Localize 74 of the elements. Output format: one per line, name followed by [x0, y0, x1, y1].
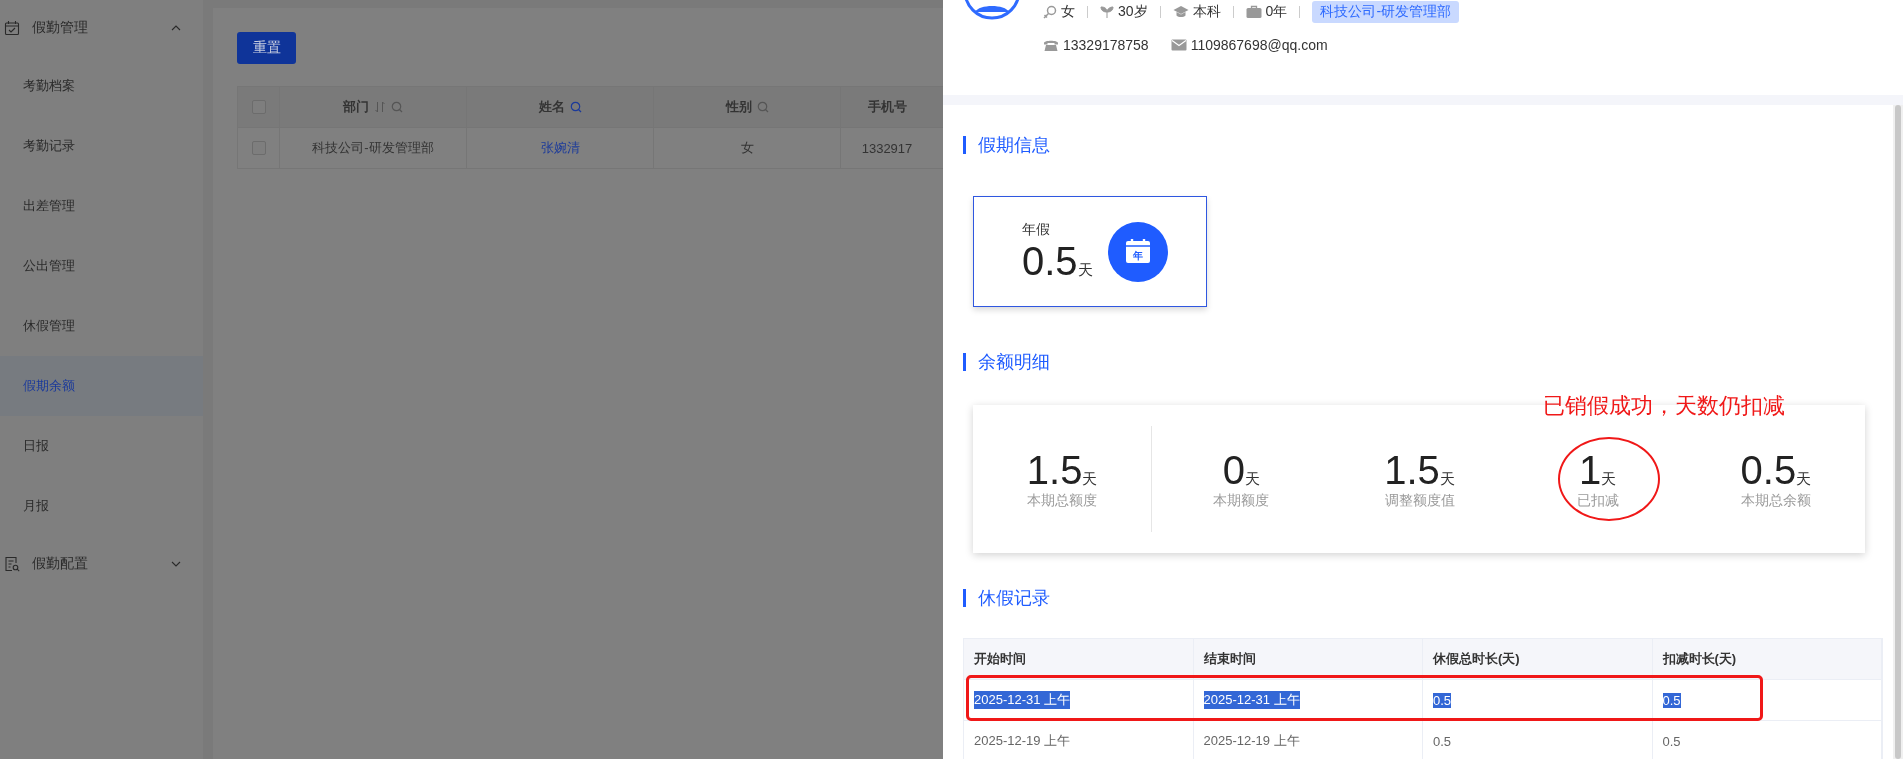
sort-icon[interactable] [374, 101, 386, 113]
reset-button[interactable]: 重置 [237, 32, 296, 64]
name-link[interactable]: 张婉清 [540, 139, 580, 157]
leave-type: 年假 [1022, 220, 1051, 239]
balance-label: 调整额度值 [1384, 492, 1455, 510]
badge-text: 年 [1133, 248, 1143, 263]
unit-text: 天 [1796, 470, 1812, 489]
column-header: 性别 [725, 98, 752, 116]
menu-item[interactable]: 出差管理 [0, 176, 203, 236]
calendar-icon [1125, 237, 1151, 264]
leave-value: 0.5 [1022, 238, 1078, 283]
search-icon[interactable] [756, 101, 769, 113]
unit-text: 天 [1077, 260, 1093, 280]
table-cell: 女 [740, 139, 754, 157]
graduation-cap-icon [1172, 5, 1189, 19]
menu-item[interactable]: 休假管理 [0, 296, 203, 356]
search-icon[interactable] [569, 101, 582, 113]
balance-value: 0 [1222, 448, 1245, 492]
menu-item[interactable]: 日报 [0, 416, 203, 476]
table-cell: 0.5 [1662, 733, 1681, 749]
email-text: 1109867698@qq.com [1190, 37, 1328, 53]
chevron-down-icon [171, 561, 181, 567]
table-cell: 科技公司-研发管理部 [312, 139, 434, 157]
table-cell: 1332917 [861, 140, 913, 156]
balance-value: 1.5 [1384, 448, 1440, 492]
menu-item[interactable]: 考勤档案 [0, 56, 203, 116]
chevron-up-icon [171, 25, 181, 31]
mail-icon [1170, 39, 1187, 51]
age-text: 30岁 [1118, 3, 1148, 21]
balance-label: 本期额度 [1213, 492, 1270, 510]
document-search-icon [4, 556, 20, 572]
sprout-icon [1100, 5, 1114, 19]
unit-text: 天 [1601, 470, 1617, 489]
gender-text: 女 [1061, 3, 1075, 21]
menu-item[interactable]: 考勤记录 [0, 116, 203, 176]
balance-value: 1 [1579, 448, 1602, 492]
scrollbar[interactable] [1895, 105, 1901, 759]
balance-label: 已扣减 [1576, 492, 1619, 510]
unit-text: 天 [1439, 470, 1455, 489]
column-header: 休假总时长(天) [1433, 650, 1520, 668]
menu-item[interactable]: 公出管理 [0, 236, 203, 296]
table-cell: 2025-12-31 上午 [1203, 691, 1300, 709]
menu-group[interactable]: 假勤配置 [0, 536, 203, 592]
column-header: 部门 [343, 98, 369, 116]
column-header: 结束时间 [1203, 650, 1256, 668]
unit-text: 天 [1244, 470, 1260, 489]
experience-text: 0年 [1265, 3, 1288, 21]
calendar-icon [4, 20, 20, 36]
menu-item[interactable]: 月报 [0, 476, 203, 536]
menu-group[interactable]: 假勤管理 [0, 0, 203, 56]
table-cell: 2025-12-31 上午 [974, 691, 1071, 709]
annotation-text: 已销假成功，天数仍扣减 [1543, 392, 1785, 420]
balance-value: 1.5 [1026, 448, 1083, 492]
column-header: 扣减时长(天) [1662, 650, 1737, 668]
balance-label: 本期总余额 [1740, 492, 1811, 510]
gender-icon [1043, 5, 1057, 19]
phone-icon [1043, 38, 1059, 52]
column-header: 手机号 [867, 98, 907, 116]
phone-text: 13329178758 [1063, 37, 1149, 53]
balance-value: 0.5 [1740, 448, 1797, 492]
table-cell: 0.5 [1433, 692, 1452, 708]
table-cell: 0.5 [1662, 692, 1681, 708]
balance-label: 本期总额度 [1027, 492, 1098, 510]
column-header: 开始时间 [974, 650, 1026, 668]
briefcase-icon [1245, 5, 1262, 19]
table-cell: 0.5 [1433, 733, 1452, 749]
search-icon[interactable] [391, 101, 403, 113]
unit-text: 天 [1082, 470, 1098, 489]
column-header: 姓名 [538, 98, 565, 116]
menu-item[interactable]: 假期余额 [0, 356, 203, 416]
table-cell: 2025-12-19 上午 [974, 732, 1071, 750]
department-tag: 科技公司-研发管理部 [1312, 1, 1460, 23]
table-cell: 2025-12-19 上午 [1203, 732, 1300, 750]
education-text: 本科 [1192, 3, 1221, 21]
